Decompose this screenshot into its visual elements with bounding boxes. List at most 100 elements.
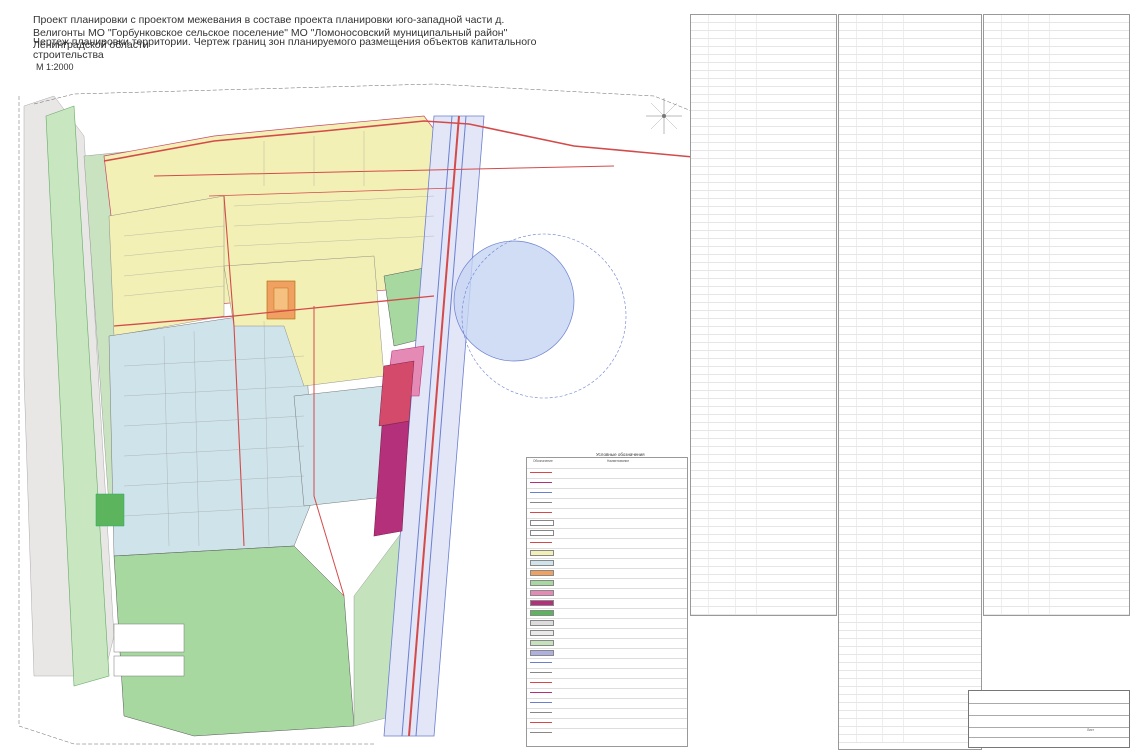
table-row bbox=[839, 367, 981, 375]
table-row bbox=[984, 95, 1129, 103]
table-row bbox=[691, 215, 836, 223]
table-row bbox=[839, 591, 981, 599]
table-row bbox=[691, 287, 836, 295]
legend-swatch bbox=[530, 542, 552, 543]
table-row bbox=[839, 375, 981, 383]
table-row bbox=[839, 15, 981, 23]
table-row bbox=[691, 31, 836, 39]
table-row bbox=[691, 231, 836, 239]
table-row bbox=[984, 303, 1129, 311]
legend-row bbox=[527, 688, 687, 695]
table-row bbox=[839, 727, 981, 735]
table-row bbox=[839, 679, 981, 687]
legend-swatch bbox=[530, 600, 554, 606]
table-row bbox=[691, 383, 836, 391]
table-row bbox=[691, 135, 836, 143]
table-row bbox=[691, 487, 836, 495]
table-row bbox=[984, 87, 1129, 95]
table-row bbox=[839, 599, 981, 607]
sheet-subtitle: Чертеж планировки территории. Чертеж гра… bbox=[33, 36, 537, 61]
table-row bbox=[691, 471, 836, 479]
table-row bbox=[984, 431, 1129, 439]
table-row bbox=[691, 583, 836, 591]
table-row bbox=[839, 655, 981, 663]
table-row bbox=[984, 335, 1129, 343]
table-row bbox=[984, 295, 1129, 303]
legend-row bbox=[527, 728, 687, 735]
drawing-sheet: Проект планировки с проектом межевания в… bbox=[0, 0, 1130, 750]
table-row bbox=[984, 159, 1129, 167]
table-row bbox=[839, 23, 981, 31]
table-row bbox=[839, 631, 981, 639]
table-row bbox=[839, 431, 981, 439]
table-row bbox=[839, 543, 981, 551]
table-row bbox=[984, 23, 1129, 31]
table-row bbox=[984, 407, 1129, 415]
table-row bbox=[984, 551, 1129, 559]
table-row bbox=[691, 255, 836, 263]
table-row bbox=[984, 463, 1129, 471]
table-row bbox=[691, 439, 836, 447]
legend-row bbox=[527, 528, 687, 536]
table-row bbox=[691, 527, 836, 535]
table-row bbox=[984, 439, 1129, 447]
stamp-sheet-label: Лист bbox=[1087, 728, 1094, 732]
table-row bbox=[984, 135, 1129, 143]
table-row bbox=[984, 287, 1129, 295]
table-row bbox=[691, 15, 836, 23]
table-row bbox=[839, 143, 981, 151]
table-row bbox=[839, 687, 981, 695]
table-row bbox=[984, 399, 1129, 407]
table-row bbox=[839, 351, 981, 359]
parcel-table-1 bbox=[690, 14, 837, 616]
legend-swatch bbox=[530, 492, 552, 493]
table-row bbox=[839, 279, 981, 287]
legend-swatch bbox=[530, 610, 554, 616]
table-row bbox=[691, 311, 836, 319]
table-row bbox=[839, 495, 981, 503]
legend-row bbox=[527, 508, 687, 515]
parcel-table-3 bbox=[983, 14, 1130, 616]
table-row bbox=[839, 575, 981, 583]
table-row bbox=[984, 15, 1129, 23]
legend-swatch bbox=[530, 662, 552, 663]
table-row bbox=[691, 103, 836, 111]
table-row bbox=[839, 711, 981, 719]
table-row bbox=[691, 543, 836, 551]
table-row bbox=[691, 495, 836, 503]
table-row bbox=[984, 487, 1129, 495]
scale-label: М 1:2000 bbox=[36, 62, 74, 72]
table-row bbox=[839, 607, 981, 615]
table-row bbox=[984, 183, 1129, 191]
legend-row bbox=[527, 618, 687, 626]
table-row bbox=[691, 183, 836, 191]
table-row bbox=[839, 103, 981, 111]
table-row bbox=[691, 511, 836, 519]
table-row bbox=[839, 55, 981, 63]
table-row bbox=[691, 391, 836, 399]
table-row bbox=[839, 735, 981, 743]
table-row bbox=[839, 255, 981, 263]
table-row bbox=[984, 263, 1129, 271]
table-row bbox=[839, 191, 981, 199]
table-row bbox=[839, 247, 981, 255]
legend-col-name: Наименование bbox=[607, 459, 630, 463]
legend-row bbox=[527, 518, 687, 526]
table-row bbox=[984, 447, 1129, 455]
table-row bbox=[839, 511, 981, 519]
table-row bbox=[984, 231, 1129, 239]
legend-swatch bbox=[530, 570, 554, 576]
table-row bbox=[839, 399, 981, 407]
table-row bbox=[839, 335, 981, 343]
legend-row bbox=[527, 558, 687, 566]
table-row bbox=[839, 719, 981, 727]
table-row bbox=[839, 647, 981, 655]
table-row bbox=[984, 351, 1129, 359]
table-row bbox=[691, 375, 836, 383]
legend-swatch bbox=[530, 630, 554, 636]
table-row bbox=[839, 119, 981, 127]
legend-swatch bbox=[530, 722, 552, 723]
table-row bbox=[691, 575, 836, 583]
table-row bbox=[839, 303, 981, 311]
table-row bbox=[839, 663, 981, 671]
